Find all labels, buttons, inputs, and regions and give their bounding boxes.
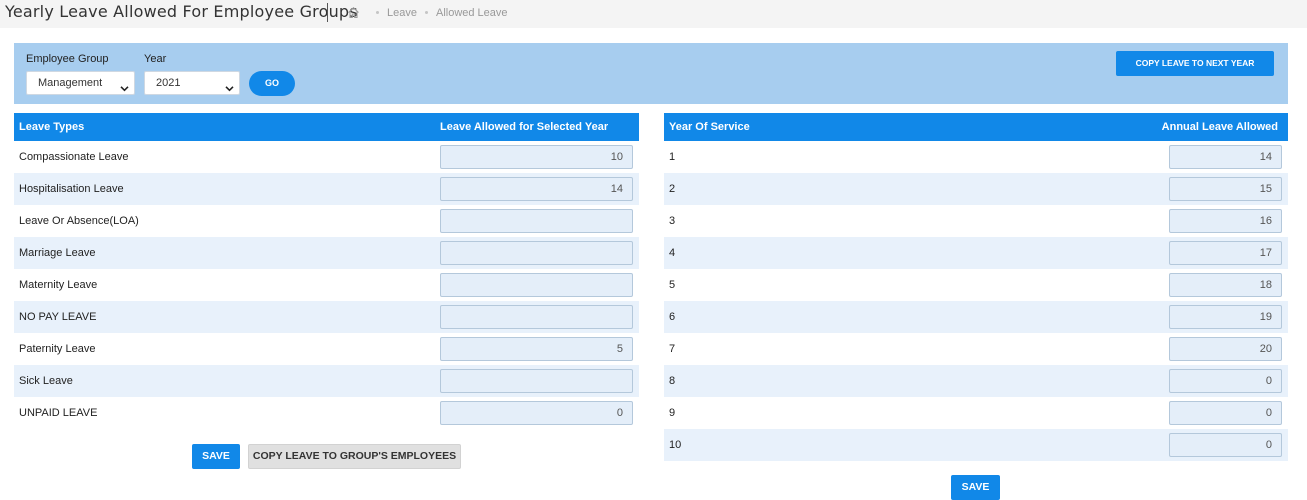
leave-type-label: UNPAID LEAVE (19, 407, 98, 419)
employee-group-value: Management (38, 77, 103, 89)
column-header-year-of-service: Year Of Service (669, 121, 750, 133)
leave-allowed-input[interactable]: 20 (1169, 337, 1282, 361)
copy-leave-to-group-employees-button[interactable]: COPY LEAVE TO GROUP'S EMPLOYEES (248, 444, 461, 469)
leave-type-label: Hospitalisation Leave (19, 183, 124, 195)
leave-allowed-input[interactable]: 5 (440, 337, 633, 361)
leave-allowed-input[interactable]: 0 (440, 401, 633, 425)
breadcrumb-leave[interactable]: Leave (387, 7, 417, 19)
year-of-service-table-header: Year Of Service Annual Leave Allowed (664, 113, 1288, 141)
home-icon[interactable] (347, 6, 360, 19)
leave-type-label: Sick Leave (19, 375, 73, 387)
table-row: Maternity Leave (14, 269, 639, 301)
leave-allowed-input[interactable]: 17 (1169, 241, 1282, 265)
year-of-service-label: 6 (669, 311, 676, 323)
leave-save-button[interactable]: SAVE (192, 444, 240, 469)
table-row: 10 0 (664, 429, 1288, 461)
year-of-service-label: 3 (669, 215, 676, 227)
employee-group-label: Employee Group (26, 53, 109, 65)
year-of-service-label: 2 (669, 183, 676, 195)
year-of-service-label: 5 (669, 279, 676, 291)
service-save-button[interactable]: SAVE (951, 475, 1000, 500)
column-header-leave-types: Leave Types (19, 121, 85, 133)
breadcrumb-separator (376, 11, 379, 14)
leave-allowed-input[interactable] (440, 241, 633, 265)
leave-allowed-input[interactable] (440, 305, 633, 329)
column-header-leave-allowed: Leave Allowed for Selected Year (440, 121, 609, 133)
leave-allowed-input[interactable]: 18 (1169, 273, 1282, 297)
table-row: 5 18 (664, 269, 1288, 301)
leave-allowed-input[interactable]: 14 (1169, 145, 1282, 169)
chevron-down-icon (120, 79, 129, 92)
table-row: 80 (664, 365, 1288, 397)
leave-allowed-input[interactable]: 15 (1169, 177, 1282, 201)
breadcrumb-allowed-leave: Allowed Leave (435, 6, 508, 19)
column-header-annual-leave-allowed: Annual Leave Allowed (1161, 121, 1278, 133)
copy-leave-to-next-year-button[interactable]: COPY LEAVE TO NEXT YEAR (1116, 51, 1274, 76)
year-of-service-label: 7 (669, 343, 676, 355)
leave-type-label: Compassionate Leave (19, 151, 129, 163)
year-of-service-label: 4 (669, 247, 676, 259)
table-row: 4 17 (664, 237, 1288, 269)
table-row: 7 20 (664, 333, 1288, 365)
title-divider (327, 3, 328, 22)
go-button[interactable]: GO (249, 71, 295, 96)
leave-type-label: Paternity Leave (19, 343, 96, 355)
leave-allowed-input[interactable]: 0 (1169, 369, 1282, 393)
year-of-service-table: Year Of Service Annual Leave Allowed 1 14… (664, 113, 1288, 461)
leave-type-label: Marriage Leave (19, 247, 96, 259)
table-row: Paternity Leave 5 (14, 333, 639, 365)
table-row: 6 19 (664, 301, 1288, 333)
leave-type-label: NO PAY LEAVE (19, 311, 97, 323)
table-row: 90 (664, 397, 1288, 429)
leave-allowed-input[interactable]: 16 (1169, 209, 1282, 233)
leave-allowed-input[interactable]: 14 (440, 177, 633, 201)
table-row: Leave Or Absence(LOA) (14, 205, 639, 237)
employee-group-select[interactable]: Management (26, 71, 135, 95)
table-row: Sick Leave (14, 365, 639, 397)
leave-allowed-input[interactable] (440, 209, 633, 233)
table-row: Compassionate Leave 10 (14, 141, 639, 173)
leave-type-label: Leave Or Absence(LOA) (19, 215, 139, 227)
year-value: 2021 (156, 77, 181, 89)
year-of-service-label: 8 (669, 375, 676, 387)
table-row: Marriage Leave (14, 237, 639, 269)
leave-allowed-input[interactable]: 0 (1169, 433, 1282, 457)
page-title: Yearly Leave Allowed For Employee Groups (5, 2, 358, 21)
leave-type-label: Maternity Leave (19, 279, 98, 291)
year-of-service-label: 9 (669, 407, 676, 419)
leave-allowed-input[interactable]: 10 (440, 145, 633, 169)
breadcrumb-separator (424, 11, 428, 14)
leave-allowed-input[interactable] (440, 273, 633, 297)
leave-allowed-input[interactable]: 19 (1169, 305, 1282, 329)
year-select[interactable]: 2021 (144, 71, 240, 95)
table-row: Hospitalisation Leave 14 (14, 173, 639, 205)
table-row: UNPAID LEAVE 0 (14, 397, 639, 429)
year-of-service-label: 1 (669, 151, 676, 163)
leave-types-rows: Compassionate Leave 10 Hospitalisation Lea… (14, 141, 639, 429)
table-row: NO PAY LEAVE (14, 301, 639, 333)
breadcrumb: Leave Allowed Leave (347, 6, 508, 19)
leave-allowed-input[interactable] (440, 369, 633, 393)
top-header-bar: Yearly Leave Allowed For Employee Groups… (0, 0, 1307, 28)
year-of-service-rows: 1 14 2 15 3 16 4 17 5 18 6 19 7 20 8 0 9 0 10 0 (664, 141, 1288, 461)
year-label: Year (144, 53, 167, 65)
chevron-down-icon (225, 79, 234, 92)
leave-types-table: Leave Types Leave Allowed for Selected Y… (14, 113, 639, 429)
year-of-service-label: 10 (669, 439, 682, 451)
table-row: 3 16 (664, 205, 1288, 237)
leave-types-table-header: Leave Types Leave Allowed for Selected Y… (14, 113, 639, 141)
main-content: Employee Group Management Year 2021 GO C… (0, 28, 1307, 500)
table-row: 1 14 (664, 141, 1288, 173)
table-row: 2 15 (664, 173, 1288, 205)
filter-bar: Employee Group Management Year 2021 GO C… (14, 43, 1288, 104)
leave-allowed-input[interactable]: 0 (1169, 401, 1282, 425)
